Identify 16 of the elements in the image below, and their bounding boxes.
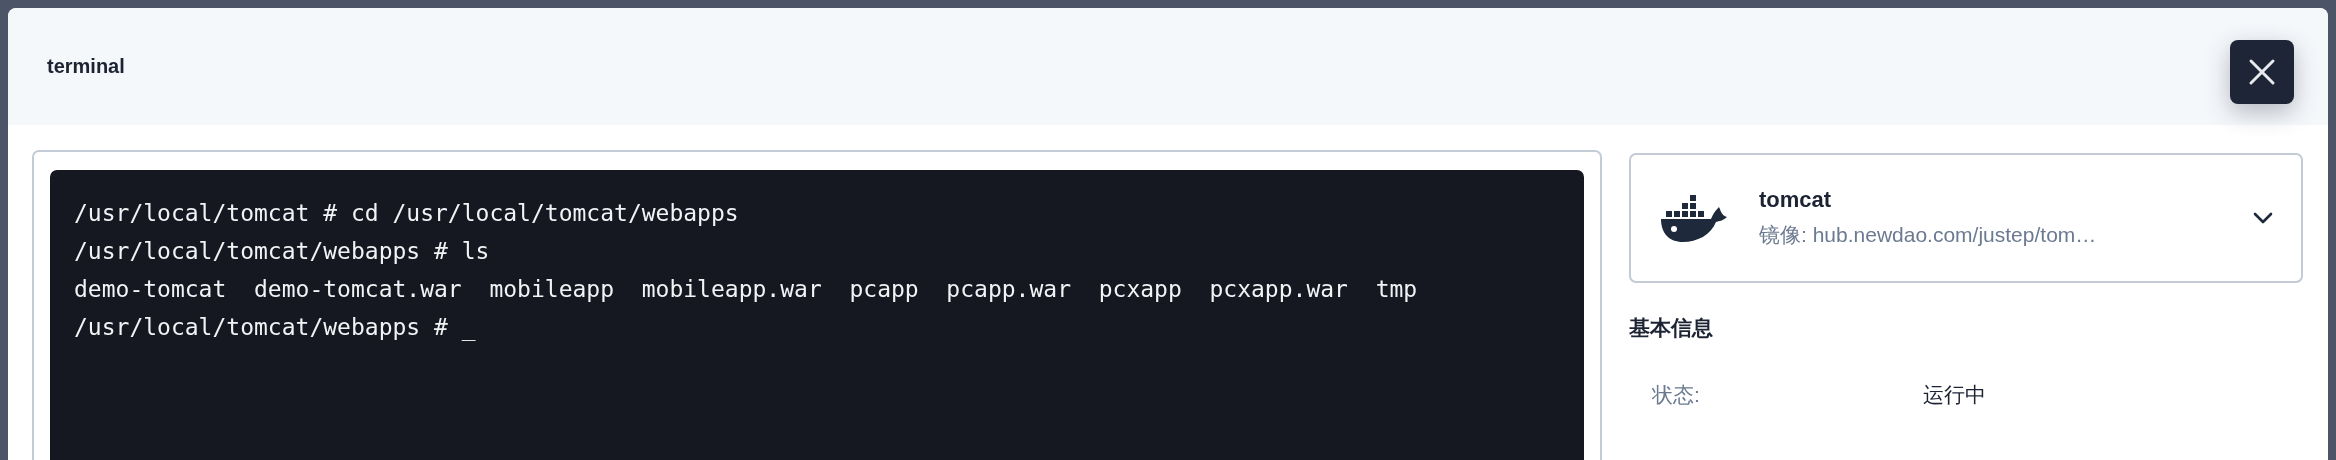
chevron-icon[interactable] [2253,212,2273,224]
info-label: 状态: [1652,382,1701,408]
close-button[interactable] [2230,39,2294,104]
whale-icon [1661,194,1729,242]
info-value: 运行中 [1923,382,1987,408]
section-heading: 基本信息 [1629,315,1713,341]
terminal-line: demo-tomcat demo-tomcat.war mobileapp mobileapp.war pcapp pcapp.war pcxapp pcxapp.war tmp [74,275,1419,304]
close-icon [2248,57,2276,86]
terminal-line: /usr/local/tomcat # cd /usr/local/tomcat/webapps [74,199,740,228]
terminal-screen[interactable]: /usr/local/tomcat # cd /usr/local/tomcat/webapps /usr/local/tomcat/webapps # ls demo-tomcat demo-tomcat.war mobileapp mobileapp.war pcapp pcapp.war pcxapp pcxapp.war tmp /usr/local/tomcat/webapps # _ [50,170,1584,460]
image-name: tomcat [1759,187,1833,213]
image-card[interactable]: tomcat 镜像: hub.newdao.com/justep/tom… [1629,153,2303,283]
image-subtitle: 镜像: hub.newdao.com/justep/tom… [1759,222,2098,248]
terminal-line: /usr/local/tomcat/webapps # _ [74,313,477,343]
terminal-line: /usr/local/tomcat/webapps # ls [74,237,491,266]
dialog-title: terminal [47,55,125,78]
